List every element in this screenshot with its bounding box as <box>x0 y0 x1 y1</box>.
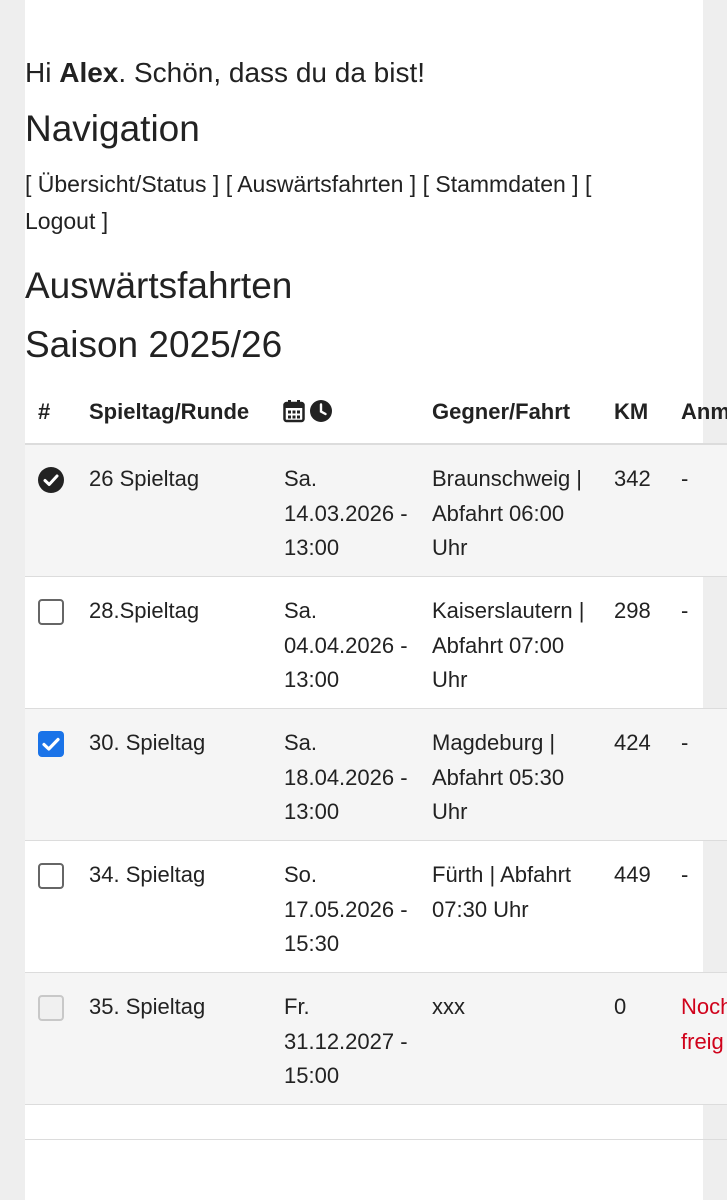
nav-link-uebersicht[interactable]: Übersicht/Status <box>38 171 207 197</box>
cell-spieltag: 34. Spieltag <box>89 862 206 887</box>
page-content: Hi Alex. Schön, dass du da bist! Navigat… <box>25 0 727 1200</box>
nav-link-auswaertsfahrten[interactable]: Auswärtsfahrten <box>237 171 403 197</box>
select-checkbox[interactable] <box>38 863 64 889</box>
table-header: # Spieltag/Runde Gegner/Fahrt KM Anm <box>25 380 727 445</box>
user-name: Alex <box>59 57 119 88</box>
header-km: KM <box>614 399 649 424</box>
cell-datum: Sa. 18.04.2026 - 13:00 <box>284 730 408 824</box>
check-circle-icon <box>38 467 64 493</box>
cell-datum: Sa. 04.04.2026 - 13:00 <box>284 598 408 692</box>
nav-link-stammdaten[interactable]: Stammdaten <box>435 171 565 197</box>
greeting-suffix: . Schön, dass du da bist! <box>118 57 426 88</box>
select-checkbox-disabled <box>38 995 64 1021</box>
header-spieltag: Spieltag/Runde <box>89 399 250 424</box>
header-datetime <box>283 398 333 424</box>
navigation-heading: Navigation <box>25 108 200 149</box>
table-row: 34. Spieltag So. 17.05.2026 - 15:30 Fürt… <box>25 841 727 973</box>
greeting: Hi Alex. Schön, dass du da bist! <box>25 55 425 91</box>
season-title: Saison 2025/26 <box>25 324 283 365</box>
cell-km: 424 <box>614 730 651 755</box>
cell-km: 449 <box>614 862 651 887</box>
cell-anmerkung: - <box>681 466 689 491</box>
select-checkbox[interactable] <box>38 599 64 625</box>
cell-spieltag: 26 Spieltag <box>89 466 200 491</box>
greeting-prefix: Hi <box>25 57 60 88</box>
cell-gegner: Fürth | Abfahrt 07:30 Uhr <box>432 862 572 922</box>
table-footer <box>25 1105 727 1140</box>
cell-datum: Fr. 31.12.2027 - 15:00 <box>284 994 408 1088</box>
cell-datum: Sa. 14.03.2026 - 13:00 <box>284 466 408 560</box>
clock-icon <box>310 400 332 422</box>
cell-km: 298 <box>614 598 651 623</box>
table-row: 28.Spieltag Sa. 04.04.2026 - 13:00 Kaise… <box>25 577 727 709</box>
navigation-links: [ Übersicht/Status ] [ Auswärtsfahrten ]… <box>25 171 592 234</box>
table-row: 30. Spieltag Sa. 18.04.2026 - 13:00 Magd… <box>25 709 727 841</box>
cell-km: 0 <box>614 994 627 1019</box>
cell-spieltag: 35. Spieltag <box>89 994 206 1019</box>
nav-link-logout[interactable]: Logout <box>25 208 95 234</box>
cell-gegner: Braunschweig | Abfahrt 06:00 Uhr <box>432 466 583 560</box>
cell-spieltag: 28.Spieltag <box>89 598 200 623</box>
cell-gegner: Magdeburg | Abfahrt 05:30 Uhr <box>432 730 565 824</box>
cell-anmerkung: - <box>681 730 689 755</box>
header-gegner: Gegner/Fahrt <box>432 399 571 424</box>
cell-anmerkung: - <box>681 598 689 623</box>
select-checkbox[interactable] <box>38 731 64 757</box>
cell-spieltag: 30. Spieltag <box>89 730 206 755</box>
header-number: # <box>38 399 51 424</box>
header-anmerkung: Anm <box>681 399 727 424</box>
section-title: Auswärtsfahrten <box>25 265 293 306</box>
trips-table: # Spieltag/Runde Gegner/Fahrt KM Anm 26 … <box>25 380 727 1140</box>
calendar-icon <box>283 400 305 423</box>
cell-anmerkung: - <box>681 862 689 887</box>
table-row: 35. Spieltag Fr. 31.12.2027 - 15:00 xxx … <box>25 973 727 1105</box>
cell-gegner: Kaiserslautern | Abfahrt 07:00 Uhr <box>432 598 585 692</box>
table-row: 26 Spieltag Sa. 14.03.2026 - 13:00 Braun… <box>25 445 727 577</box>
cell-anmerkung: Noch freig <box>681 994 727 1054</box>
cell-datum: So. 17.05.2026 - 15:30 <box>284 862 408 956</box>
cell-km: 342 <box>614 466 651 491</box>
cell-gegner: xxx <box>432 994 465 1019</box>
